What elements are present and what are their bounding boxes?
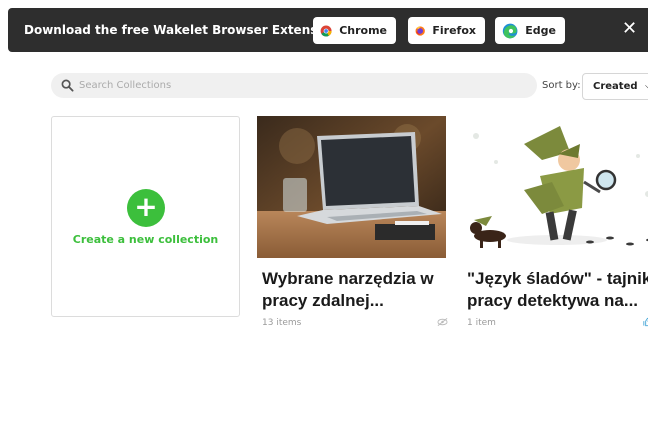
- chrome-icon: [320, 25, 332, 36]
- firefox-button[interactable]: Firefox: [408, 17, 485, 44]
- collection-title: "Język śladów" - tajniki pracy detektywa…: [462, 268, 648, 312]
- collection-title-line1: Wybrane narzędzia w: [262, 269, 434, 288]
- firefox-icon: [415, 25, 425, 36]
- search-bar[interactable]: [51, 73, 537, 98]
- item-count: 1 item: [467, 318, 496, 328]
- eye-hidden-icon: [437, 317, 448, 327]
- detective-thumbnail: [462, 116, 648, 258]
- chrome-button[interactable]: Chrome: [313, 17, 396, 44]
- create-collection-card[interactable]: + Create a new collection: [51, 116, 240, 317]
- edge-button[interactable]: Edge: [495, 17, 565, 44]
- create-collection-label: Create a new collection: [72, 233, 219, 246]
- collection-title: Wybrane narzędzia w pracy zdalnej...: [257, 268, 446, 312]
- item-count: 13 items: [262, 318, 302, 328]
- banner-text: Download the free Wakelet Browser Extens…: [24, 23, 339, 37]
- sort-value: Created: [593, 81, 638, 92]
- edge-icon: [502, 23, 518, 38]
- collection-card[interactable]: "Język śladów" - tajniki pracy detektywa…: [462, 116, 648, 328]
- search-icon: [61, 79, 74, 92]
- collection-meta: 1 item: [462, 317, 648, 328]
- collection-title-line2: pracy detektywa na...: [467, 291, 639, 310]
- plus-icon: +: [127, 189, 165, 227]
- edge-label: Edge: [525, 24, 556, 37]
- search-input[interactable]: [79, 80, 519, 91]
- collection-meta: 13 items: [257, 317, 448, 328]
- sort-label: Sort by:: [542, 80, 581, 91]
- firefox-label: Firefox: [432, 24, 476, 37]
- thumbs-up-icon: [643, 317, 648, 327]
- collection-card[interactable]: Wybrane narzędzia w pracy zdalnej... 13 …: [257, 116, 448, 328]
- close-banner-icon[interactable]: ✕: [622, 20, 637, 38]
- chrome-label: Chrome: [339, 24, 387, 37]
- laptop-thumbnail: [257, 116, 446, 258]
- extension-banner: Download the free Wakelet Browser Extens…: [8, 8, 648, 52]
- sort-dropdown[interactable]: Created ⌵: [582, 73, 648, 100]
- collection-title-line2: pracy zdalnej...: [262, 291, 384, 310]
- collection-title-line1: "Język śladów" - tajniki: [467, 269, 648, 288]
